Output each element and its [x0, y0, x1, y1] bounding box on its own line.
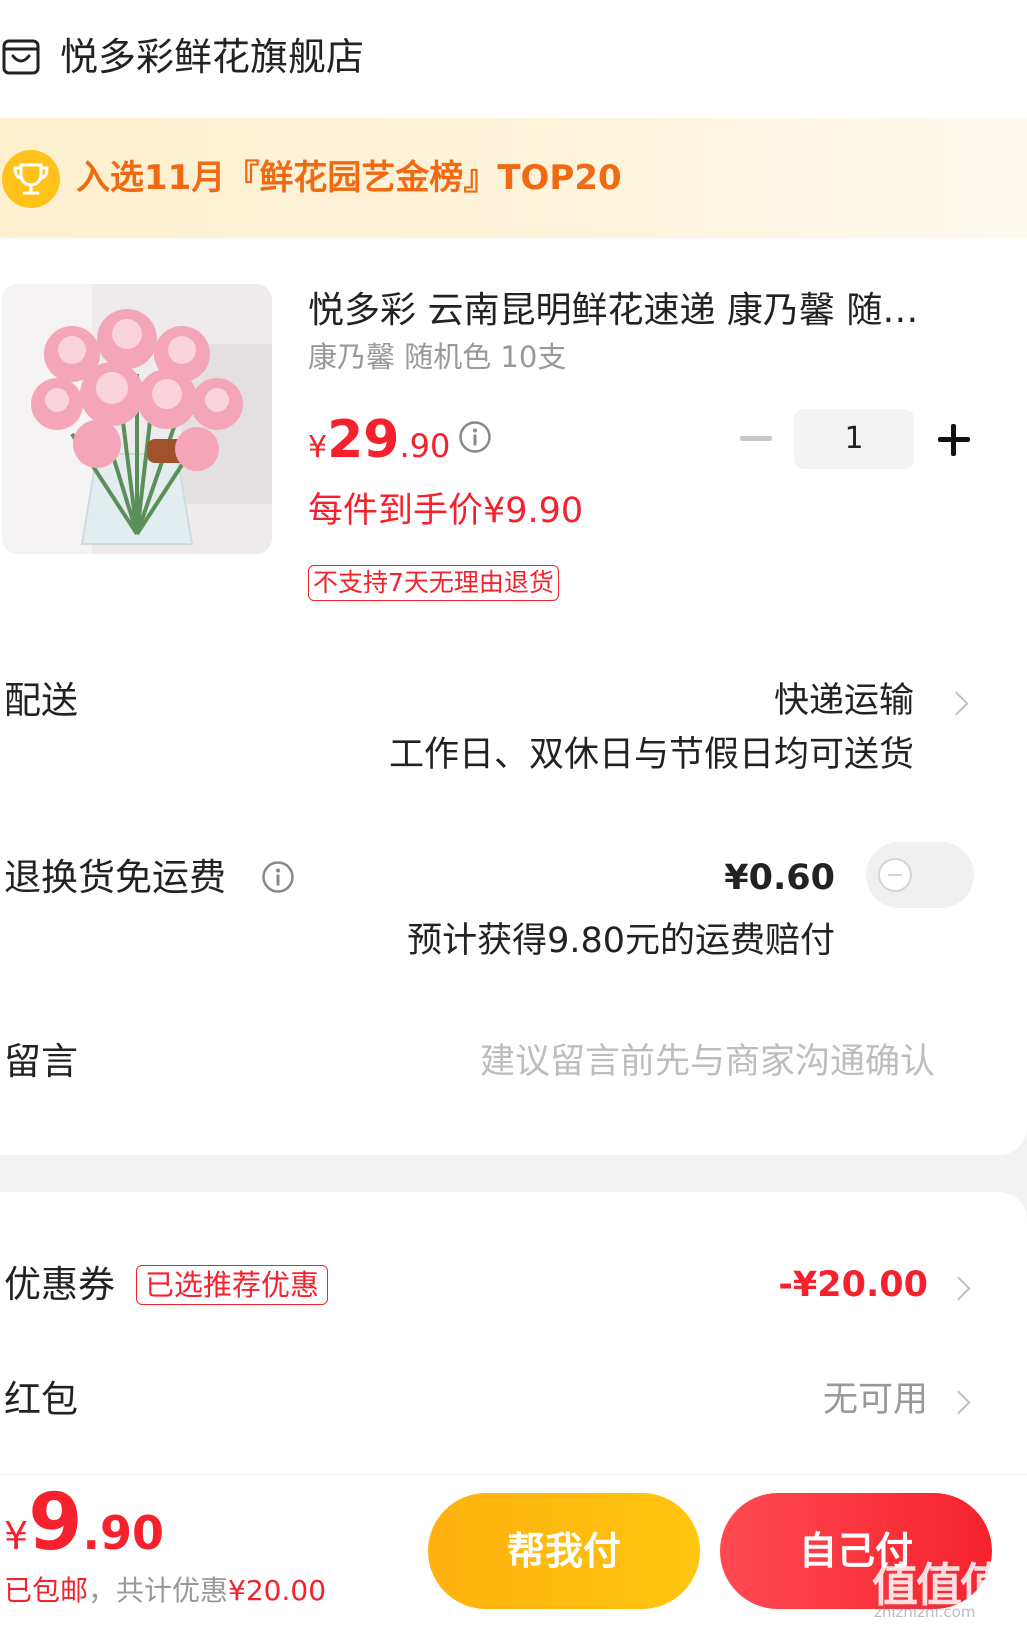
delivery-method[interactable]: 快递运输	[774, 676, 914, 726]
total-price: ¥9.90	[4, 1483, 164, 1584]
delivery-chevron-icon[interactable]	[944, 691, 969, 716]
discount-value: ¥20.00	[228, 1574, 327, 1607]
message-label: 留言	[4, 1040, 78, 1083]
coupon-label: 优惠券	[4, 1263, 115, 1306]
return-shipping-label: 退换货免运费	[4, 856, 226, 899]
order-card: 悦多彩鲜花旗舰店 入选11月『鲜花园艺金榜』TOP20 悦多彩 云南昆明鲜花速递…	[0, 0, 1027, 1155]
discount-label: ，共计优惠	[88, 1574, 229, 1607]
product-sku[interactable]: 康乃馨 随机色 10支	[308, 336, 566, 378]
rank-banner[interactable]: 入选11月『鲜花园艺金榜』TOP20	[0, 118, 1027, 238]
carnation-bouquet-image	[2, 284, 272, 554]
return-shipping-price: ¥0.60	[724, 858, 835, 898]
shipping-discount-note: 已包邮，共计优惠¥20.00	[4, 1571, 326, 1611]
price-integer: 29	[327, 410, 400, 470]
price-decimal: .90	[399, 427, 451, 465]
delivery-note: 工作日、双休日与节假日均可送货	[388, 735, 914, 775]
coupon-tag: 已选推荐优惠	[136, 1265, 329, 1305]
coupon-value[interactable]: -¥20.00	[778, 1260, 928, 1310]
product-title[interactable]: 悦多彩 云南昆明鲜花速递 康乃馨 随…	[308, 286, 972, 336]
delivery-label: 配送	[4, 679, 78, 722]
red-packet-value[interactable]: 无可用	[823, 1375, 928, 1425]
product-image[interactable]	[2, 284, 272, 554]
watermark-url: zhizhizhi.com	[874, 1603, 976, 1621]
quantity-input[interactable]: 1	[794, 409, 914, 469]
free-shipping-text: 已包邮	[4, 1574, 89, 1607]
product-price: ¥29.90	[308, 412, 450, 480]
total-integer: 9	[28, 1478, 83, 1568]
quantity-increase-button-vertical[interactable]	[951, 424, 956, 456]
return-shipping-toggle[interactable]	[866, 842, 974, 908]
banner-text: 入选11月『鲜花园艺金榜』TOP20	[76, 158, 622, 198]
no-return-tag: 不支持7天无理由退货	[308, 565, 559, 601]
red-packet-label: 红包	[4, 1378, 78, 1421]
message-input[interactable]: 建议留言前先与商家沟通确认	[480, 1037, 935, 1087]
total-symbol: ¥	[4, 1514, 29, 1558]
total-decimal: .90	[82, 1506, 164, 1560]
trophy-icon	[2, 150, 60, 208]
red-packet-chevron-icon[interactable]	[946, 1390, 971, 1415]
quantity-decrease-button[interactable]	[740, 436, 772, 441]
return-shipping-note: 预计获得9.80元的运费赔付	[407, 921, 835, 961]
coupon-chevron-icon[interactable]	[946, 1276, 971, 1301]
store-name[interactable]: 悦多彩鲜花旗舰店	[60, 33, 364, 81]
unit-price: 每件到手价¥9.90	[308, 491, 584, 531]
checkout-bar: ¥9.90 已包邮，共计优惠¥20.00 帮我付 自己付 值值值 zhizhiz…	[0, 1474, 1027, 1625]
toggle-knob	[878, 858, 912, 892]
price-info-icon[interactable]	[458, 420, 492, 454]
price-symbol: ¥	[308, 430, 328, 465]
store-icon	[2, 39, 40, 75]
return-info-icon[interactable]	[261, 860, 295, 894]
help-pay-button[interactable]: 帮我付	[428, 1493, 700, 1609]
